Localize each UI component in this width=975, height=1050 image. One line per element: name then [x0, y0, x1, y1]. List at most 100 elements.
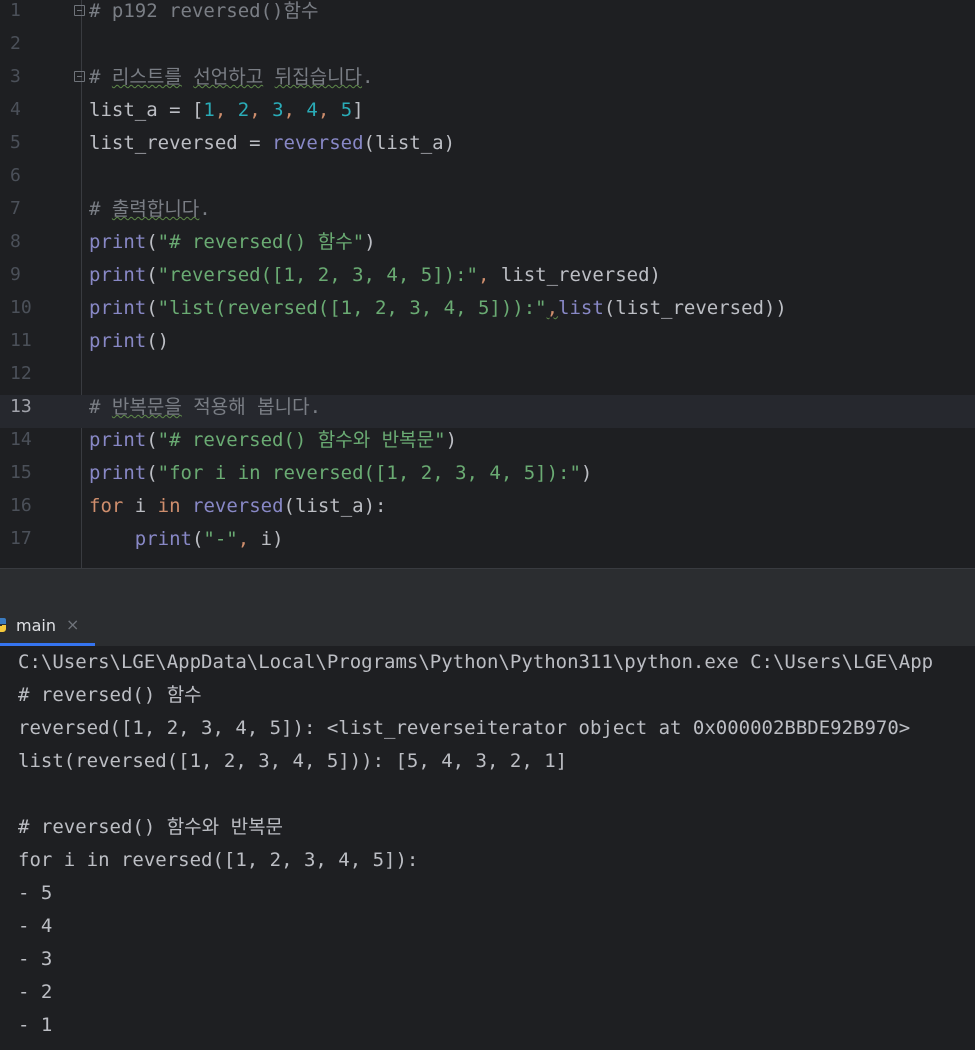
code-token: print [89, 297, 147, 319]
code-line[interactable]: 15 print("for i in reversed([1, 2, 3, 4, … [0, 461, 975, 494]
code-text: # 반복문을 적용해 봅니다. [89, 395, 321, 428]
code-token: 1 [203, 99, 215, 121]
panel-splitter[interactable] [0, 568, 975, 607]
run-tab-main[interactable]: main × [0, 606, 95, 646]
line-number[interactable]: 12 [0, 362, 32, 395]
line-number[interactable]: 13 [0, 395, 32, 428]
code-token: 3 [272, 99, 284, 121]
code-text: print("# reversed() 함수와 반복문") [89, 428, 457, 461]
code-token: (list_a): [283, 495, 387, 517]
code-token: list_a = [ [89, 99, 204, 121]
run-console-output[interactable]: C:\Users\LGE\AppData\Local\Programs\Pyth… [0, 646, 975, 1050]
line-number[interactable]: 9 [0, 263, 30, 296]
code-text: # p192 reversed()함수 [89, 0, 318, 32]
line-number[interactable]: 14 [0, 428, 32, 461]
code-text: print("# reversed() 함수") [89, 230, 376, 263]
code-token: 선언하고 [193, 66, 264, 88]
code-token: # p192 reversed()함수 [89, 0, 319, 22]
console-line: - 3 [18, 948, 53, 970]
line-number[interactable]: 16 [0, 494, 32, 527]
line-number[interactable]: 2 [0, 32, 30, 65]
code-token: # [89, 66, 112, 88]
code-token: 뒤집습니다 [274, 66, 363, 88]
line-number[interactable]: 15 [0, 461, 32, 494]
line-number[interactable]: 5 [0, 131, 30, 164]
code-line[interactable]: 14 print("# reversed() 함수와 반복문") [0, 428, 975, 461]
code-token: ) [364, 231, 376, 253]
code-token: , [477, 264, 501, 286]
line-number[interactable]: 8 [0, 230, 30, 263]
code-line[interactable]: 10 print("list(reversed([1, 2, 3, 4, 5]))… [0, 296, 975, 329]
line-number[interactable]: 11 [0, 329, 32, 362]
line-number[interactable]: 7 [0, 197, 30, 230]
code-line[interactable]: 9 print("reversed([1, 2, 3, 4, 5]):", lis… [0, 263, 975, 296]
code-line[interactable]: 6 [0, 164, 975, 197]
console-line: for i in reversed([1, 2, 3, 4, 5]): [18, 849, 419, 871]
code-editor[interactable]: 1 # p192 reversed()함수 2 3 # 리스트를 선언하고 뒤집습니다.… [0, 0, 975, 568]
code-text: list_reversed = reversed(list_a) [89, 131, 455, 164]
code-text: list_a = [1, 2, 3, 4, 5] [89, 98, 364, 131]
line-number[interactable]: 17 [0, 527, 32, 560]
code-token: , [237, 528, 261, 550]
code-token: ( [146, 264, 158, 286]
code-token: 2 [237, 99, 250, 121]
code-text: # 출력합니다. [89, 197, 211, 230]
code-text: for i in reversed(list_a): [89, 494, 386, 527]
code-token: , [317, 99, 341, 121]
code-token: ] [352, 99, 364, 121]
code-line[interactable]: 1 # p192 reversed()함수 [0, 0, 975, 32]
code-token: i) [260, 528, 284, 550]
console-line: - 5 [18, 882, 53, 904]
code-token: print [89, 330, 147, 352]
code-token: ) [445, 429, 458, 451]
code-line[interactable]: 11 print() [0, 329, 975, 362]
code-token: . [362, 66, 374, 88]
code-token: 반복문을 [111, 396, 182, 418]
code-line[interactable]: 3 # 리스트를 선언하고 뒤집습니다. [0, 65, 975, 98]
code-token: 5 [340, 99, 353, 121]
console-line: - 4 [18, 915, 53, 937]
line-number[interactable]: 6 [0, 164, 30, 197]
code-line[interactable]: 17 print("-", i) [0, 527, 975, 560]
code-token: print [89, 231, 147, 253]
line-number[interactable]: 10 [0, 296, 32, 329]
line-number[interactable]: 3 [0, 65, 30, 98]
code-token: list_reversed = [89, 132, 273, 154]
code-token: print [89, 429, 147, 451]
code-line[interactable]: 2 [0, 32, 975, 65]
line-number[interactable]: 1 [0, 0, 30, 32]
fold-icon[interactable] [74, 71, 85, 82]
console-line: list(reversed([1, 2, 3, 4, 5])): [5, 4, … [18, 750, 568, 772]
code-line[interactable]: 5 list_reversed = reversed(list_a) [0, 131, 975, 164]
code-line[interactable]: 12 [0, 362, 975, 395]
code-line[interactable]: 16 for i in reversed(list_a): [0, 494, 975, 527]
code-token: print [89, 264, 147, 286]
console-line: # reversed() 함수 [18, 684, 202, 706]
fold-icon[interactable] [74, 5, 85, 16]
code-token: , [283, 99, 307, 121]
code-text: print("for i in reversed([1, 2, 3, 4, 5]… [89, 461, 592, 494]
code-token: 출력합니다 [111, 198, 200, 220]
code-token: # [89, 396, 112, 418]
code-line[interactable]: 8 print("# reversed() 함수") [0, 230, 975, 263]
console-line: - 2 [18, 981, 53, 1003]
console-line: C:\Users\LGE\AppData\Local\Programs\Pyth… [18, 651, 934, 673]
code-token: "# reversed() 함수와 반복문" [157, 429, 446, 451]
code-token: "list(reversed([1, 2, 3, 4, 5])):" [157, 297, 547, 319]
code-token: 적용해 봅니다. [181, 396, 322, 418]
code-line[interactable]: 4 list_a = [1, 2, 3, 4, 5] [0, 98, 975, 131]
run-tab-label: main [16, 616, 56, 635]
code-token: "reversed([1, 2, 3, 4, 5]):" [157, 264, 478, 286]
code-token: "# reversed() 함수" [157, 231, 365, 253]
code-line[interactable]: 13 # 반복문을 적용해 봅니다. [0, 395, 975, 428]
code-token: list_reversed) [500, 264, 661, 286]
code-token: 리스트를 [111, 66, 182, 88]
code-token: , [249, 99, 273, 121]
code-token: in [157, 495, 181, 517]
line-number[interactable]: 4 [0, 98, 30, 131]
close-icon[interactable]: × [66, 615, 79, 634]
code-line[interactable]: 7 # 출력합니다. [0, 197, 975, 230]
code-text: print("-", i) [89, 527, 284, 560]
